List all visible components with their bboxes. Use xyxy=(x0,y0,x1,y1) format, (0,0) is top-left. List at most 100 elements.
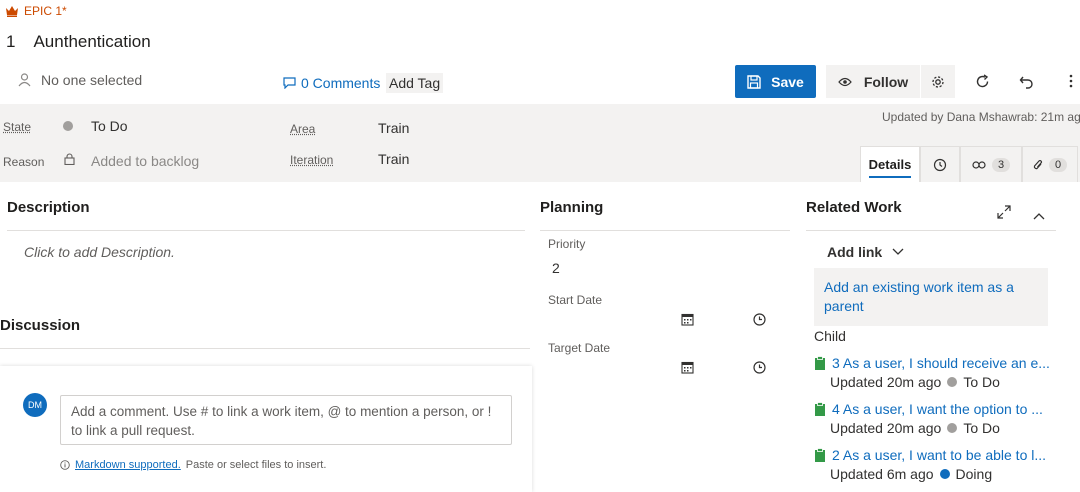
planning-heading: Planning xyxy=(540,199,603,216)
assignee-picker[interactable]: No one selected xyxy=(18,72,142,88)
comments-link[interactable]: 0 Comments xyxy=(283,75,380,91)
tab-history[interactable] xyxy=(920,146,960,182)
refresh-icon xyxy=(975,74,990,89)
start-date-time[interactable] xyxy=(753,313,766,329)
reason-value: Added to backlog xyxy=(91,153,199,169)
markdown-link[interactable]: Markdown supported. xyxy=(75,459,181,471)
link-icon xyxy=(972,160,986,170)
work-item-title[interactable]: Aunthentication xyxy=(33,32,150,52)
reason-label: Reason xyxy=(3,155,44,169)
child-state-dot xyxy=(947,377,957,387)
avatar: DM xyxy=(23,393,47,417)
markdown-hint: Paste or select files to insert. xyxy=(186,459,327,471)
add-tag-button[interactable]: Add Tag xyxy=(386,73,443,93)
child-updated: Updated 6m ago xyxy=(830,466,934,482)
description-editor[interactable]: Click to add Description. xyxy=(24,244,175,260)
tab-active-indicator xyxy=(869,176,911,178)
tab-details[interactable]: Details xyxy=(860,146,920,182)
more-actions-button[interactable] xyxy=(1062,72,1080,90)
attachments-count-badge: 0 xyxy=(1049,158,1067,172)
state-value[interactable]: To Do xyxy=(91,118,128,134)
related-work-heading: Related Work xyxy=(806,199,902,216)
tab-links[interactable]: 3 xyxy=(960,146,1022,182)
start-date-calendar[interactable] xyxy=(681,313,694,329)
chevron-up-icon xyxy=(1033,212,1045,220)
iteration-value[interactable]: Train xyxy=(378,151,409,167)
lock-icon xyxy=(64,153,75,165)
add-parent-link[interactable]: Add an existing work item as a parent xyxy=(814,268,1048,326)
description-heading: Description xyxy=(7,199,90,216)
child-state-dot xyxy=(940,469,950,479)
user-story-icon xyxy=(814,448,826,462)
updated-info: Updated by Dana Mshawrab: 21m ago xyxy=(882,110,1080,124)
state-dot xyxy=(63,121,73,131)
child-item[interactable]: 4 As a user, I want the option to ... Up… xyxy=(814,401,1054,436)
gear-icon xyxy=(931,75,945,89)
planning-divider xyxy=(540,230,790,231)
start-date-label: Start Date xyxy=(548,293,602,307)
child-title: 3 As a user, I should receive an e... xyxy=(832,355,1050,371)
discussion-heading: Discussion xyxy=(0,317,80,334)
person-icon xyxy=(18,73,31,87)
child-meta: Updated 20m ago To Do xyxy=(830,420,1054,436)
target-date-calendar[interactable] xyxy=(681,361,694,377)
child-state-dot xyxy=(947,423,957,433)
markdown-note: Markdown supported. Paste or select file… xyxy=(60,459,326,471)
expand-button[interactable] xyxy=(997,205,1011,222)
expand-icon xyxy=(997,205,1011,219)
tab-attachments[interactable]: 0 xyxy=(1022,146,1078,182)
add-link-label: Add link xyxy=(827,244,882,260)
add-link-button[interactable]: Add link xyxy=(827,244,904,260)
state-label: State xyxy=(3,120,31,134)
comments-count: 0 Comments xyxy=(301,75,380,91)
chevron-down-icon xyxy=(892,248,904,256)
child-state: To Do xyxy=(963,374,1000,390)
child-meta: Updated 20m ago To Do xyxy=(830,374,1054,390)
more-vertical-icon xyxy=(1069,74,1073,88)
links-count-badge: 3 xyxy=(992,158,1010,172)
save-icon xyxy=(747,75,761,89)
work-item-id: 1 xyxy=(6,32,15,52)
calendar-icon xyxy=(681,313,694,326)
save-label: Save xyxy=(771,74,804,90)
tab-details-label: Details xyxy=(869,157,912,172)
priority-label: Priority xyxy=(548,237,585,251)
child-group-label: Child xyxy=(814,328,846,344)
area-value[interactable]: Train xyxy=(378,120,409,136)
child-item[interactable]: 2 As a user, I want to be able to l... U… xyxy=(814,447,1054,482)
comment-icon xyxy=(283,77,296,89)
title-row: 1 Aunthentication xyxy=(6,32,151,52)
work-item-type: EPIC 1* xyxy=(5,4,67,18)
child-item[interactable]: 3 As a user, I should receive an e... Up… xyxy=(814,355,1054,390)
save-button[interactable]: Save xyxy=(735,65,816,98)
refresh-button[interactable] xyxy=(973,72,991,90)
description-divider xyxy=(7,230,525,231)
child-title: 4 As a user, I want the option to ... xyxy=(832,401,1043,417)
info-icon xyxy=(60,460,70,470)
child-title: 2 As a user, I want to be able to l... xyxy=(832,447,1046,463)
clock-icon xyxy=(753,313,766,326)
comment-input[interactable]: Add a comment. Use # to link a work item… xyxy=(60,395,512,445)
iteration-label: Iteration xyxy=(290,153,333,167)
related-divider xyxy=(806,230,1056,231)
eye-icon xyxy=(838,77,852,87)
collapse-button[interactable] xyxy=(1033,207,1045,223)
clock-icon xyxy=(753,361,766,374)
calendar-icon xyxy=(681,361,694,374)
settings-button[interactable] xyxy=(921,65,955,98)
target-date-time[interactable] xyxy=(753,361,766,377)
crown-icon xyxy=(5,5,19,17)
child-title-row: 2 As a user, I want to be able to l... xyxy=(814,447,1054,463)
discussion-divider xyxy=(0,348,530,349)
child-meta: Updated 6m ago Doing xyxy=(830,466,1054,482)
assignee-label: No one selected xyxy=(41,72,142,88)
history-icon xyxy=(933,158,947,172)
follow-button[interactable]: Follow xyxy=(826,65,920,98)
follow-label: Follow xyxy=(864,74,908,90)
undo-button[interactable] xyxy=(1017,72,1035,90)
child-title-row: 4 As a user, I want the option to ... xyxy=(814,401,1054,417)
work-item-type-label: EPIC 1* xyxy=(24,4,67,18)
child-updated: Updated 20m ago xyxy=(830,374,941,390)
child-state: To Do xyxy=(963,420,1000,436)
priority-value[interactable]: 2 xyxy=(552,260,560,276)
